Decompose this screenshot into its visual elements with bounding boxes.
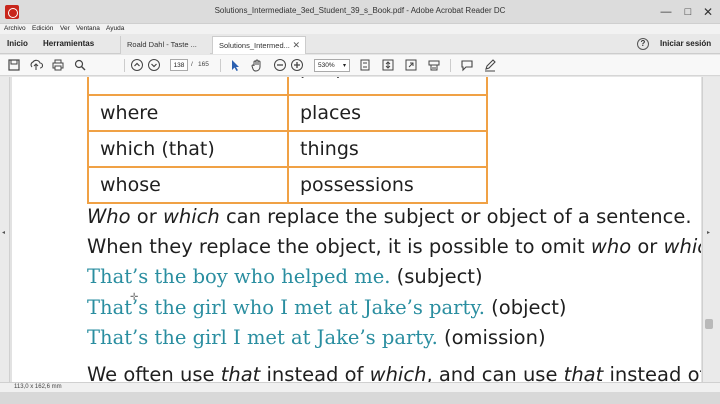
tab-tools[interactable]: Herramientas — [43, 39, 94, 48]
taskbar — [0, 392, 720, 404]
print-icon[interactable] — [51, 58, 65, 72]
paragraph-line: Who or which can replace the subject or … — [87, 205, 692, 228]
table-cell: things — [287, 130, 488, 168]
page-separator: / — [191, 61, 193, 68]
table-row: which (that) things — [87, 130, 488, 168]
menu-file[interactable]: Archivo — [4, 25, 26, 32]
page-total: 165 — [198, 61, 209, 68]
mouse-cursor-icon: ✛ — [130, 292, 139, 303]
previous-page-icon[interactable] — [130, 58, 144, 72]
chevron-right-icon: ▸ — [707, 230, 711, 236]
toolbar-divider — [220, 59, 221, 72]
right-panel-toggle[interactable]: ▸ — [702, 77, 720, 382]
table-cell: where — [87, 94, 289, 132]
rotate-icon[interactable] — [427, 58, 441, 72]
close-window-button[interactable]: ✕ — [700, 4, 716, 20]
close-tab-icon[interactable]: ✕ — [292, 40, 300, 51]
chevron-left-icon: ◂ — [2, 230, 6, 236]
table-cell: people — [287, 77, 488, 96]
zoom-out-icon[interactable] — [273, 58, 287, 72]
table-cell: places — [287, 94, 488, 132]
full-screen-icon[interactable] — [404, 58, 418, 72]
document-tab-solutions[interactable]: Solutions_Intermed... ✕ — [212, 36, 306, 54]
table-cell: whose — [87, 166, 289, 204]
comment-icon[interactable] — [460, 58, 474, 72]
tab-bar: Inicio Herramientas Roald Dahl - Taste .… — [0, 34, 720, 54]
hand-tool-icon[interactable] — [250, 58, 264, 72]
window-title: Solutions_Intermediate_3ed_Student_39_s_… — [214, 6, 506, 15]
example-line: That’s the boy who helped me. (subject) — [87, 265, 483, 288]
status-bar: 113,0 x 162,6 mm — [0, 382, 720, 392]
table-cell: who (that) — [87, 77, 289, 96]
page-number-input[interactable]: 138 — [170, 59, 188, 71]
table-row: where places — [87, 94, 488, 132]
scroll-mode-icon[interactable] — [381, 58, 395, 72]
table-row: whose possessions — [87, 166, 488, 204]
menu-bar: Archivo Edición Ver Ventana Ayuda — [0, 24, 720, 34]
menu-window[interactable]: Ventana — [76, 25, 100, 32]
sign-icon[interactable] — [483, 58, 497, 72]
page-size-readout: 113,0 x 162,6 mm — [14, 384, 62, 390]
table-cell: which (that) — [87, 130, 289, 168]
save-icon[interactable] — [7, 58, 21, 72]
vertical-scrollbar-thumb[interactable] — [705, 319, 713, 329]
table-cell: possessions — [287, 166, 488, 204]
fit-page-icon[interactable] — [358, 58, 372, 72]
example-line: That’s the girl who I met at Jake’s part… — [87, 296, 567, 319]
menu-view[interactable]: Ver — [60, 25, 70, 32]
document-workspace: ◂ who (that) people where places which (… — [0, 77, 720, 382]
zoom-level-value: 530% — [318, 62, 335, 69]
next-page-icon[interactable] — [147, 58, 161, 72]
tab-home[interactable]: Inicio — [7, 39, 28, 48]
example-line: That’s the girl I met at Jake’s party. (… — [87, 326, 546, 349]
relative-pronouns-table: who (that) people where places which (th… — [87, 77, 488, 204]
paragraph-line: We often use that instead of which, and … — [87, 363, 701, 382]
document-tab-label: Roald Dahl - Taste ... — [127, 40, 197, 49]
toolbar-divider — [124, 59, 125, 72]
minimize-button[interactable]: — — [658, 4, 674, 20]
title-bar: Solutions_Intermediate_3ed_Student_39_s_… — [0, 0, 720, 24]
maximize-button[interactable]: □ — [680, 4, 696, 20]
document-tab-label: Solutions_Intermed... — [219, 41, 290, 50]
pdf-page: who (that) people where places which (th… — [12, 77, 701, 382]
document-tab-roald-dahl[interactable]: Roald Dahl - Taste ... — [120, 36, 210, 54]
help-icon[interactable]: ? — [637, 38, 649, 50]
toolbar: 138 / 165 530% ▾ — [0, 55, 720, 76]
toolbar-divider — [450, 59, 451, 72]
left-panel-toggle[interactable]: ◂ — [0, 77, 10, 382]
search-icon[interactable] — [73, 58, 87, 72]
sign-in-link[interactable]: Iniciar sesión — [660, 39, 711, 48]
select-tool-icon[interactable] — [228, 58, 242, 72]
menu-edit[interactable]: Edición — [32, 25, 53, 32]
chevron-down-icon: ▾ — [342, 63, 346, 69]
upload-icon[interactable] — [29, 58, 43, 72]
menu-help[interactable]: Ayuda — [106, 25, 124, 32]
paragraph-line: When they replace the object, it is poss… — [87, 235, 701, 258]
zoom-level-select[interactable]: 530% ▾ — [314, 59, 350, 72]
zoom-in-icon[interactable] — [290, 58, 304, 72]
table-row: who (that) people — [87, 77, 488, 96]
